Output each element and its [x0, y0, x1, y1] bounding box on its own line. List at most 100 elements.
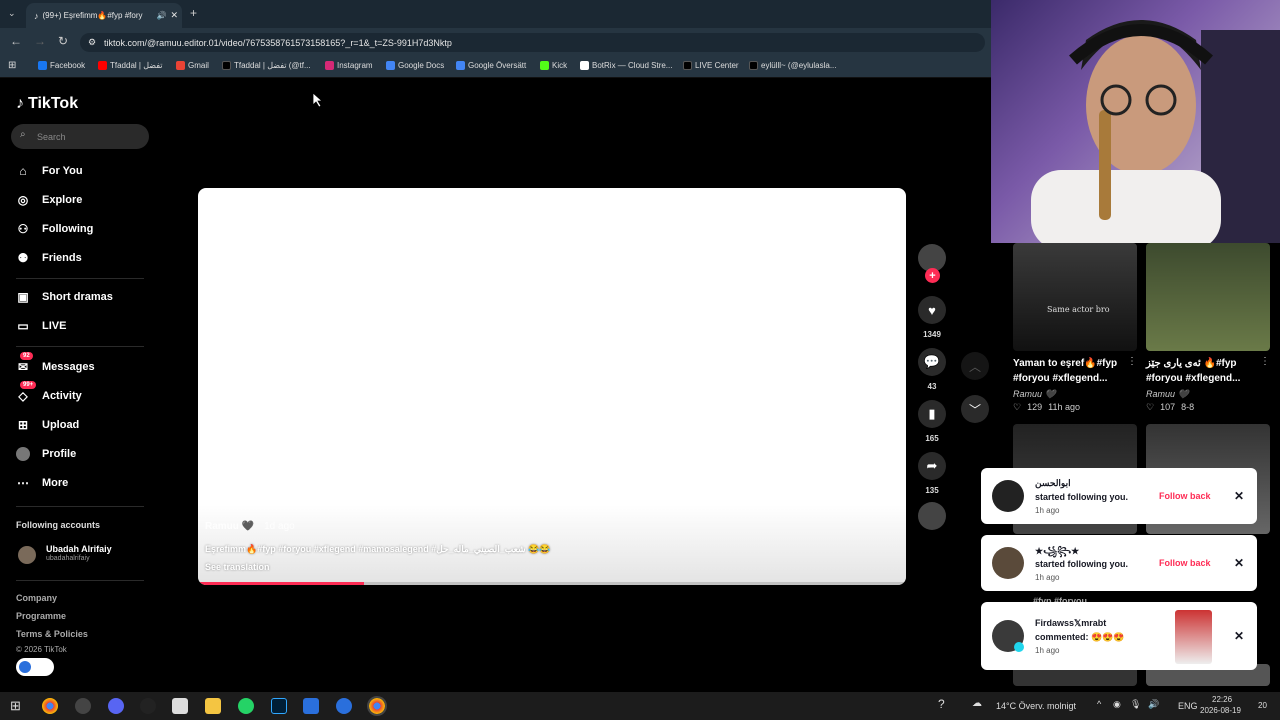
apps-grid-icon[interactable]: ⊞ [8, 60, 16, 71]
more-options-icon[interactable]: ⋮ [1127, 356, 1137, 367]
bookmark-item[interactable]: Tfaddal | تفضل [98, 61, 163, 70]
tray-overflow-icon[interactable]: ^ [1097, 699, 1101, 709]
follow-back-button[interactable]: Follow back [1159, 491, 1211, 501]
video-thumbnail[interactable]: Same actor bro [1013, 243, 1137, 351]
bookmark-item[interactable]: Kick [540, 61, 567, 70]
grid-video-stats: ♡ 107 8-8 [1146, 402, 1195, 412]
commented-video-thumbnail[interactable] [1175, 610, 1212, 664]
more-options-icon[interactable]: ⋮ [1260, 356, 1270, 367]
tab-list-icon[interactable]: ⌄ [8, 8, 16, 19]
nav-messages[interactable]: ✉ 92 Messages [16, 352, 95, 374]
bookmark-item[interactable]: Google Docs [386, 61, 444, 70]
notification-count[interactable]: 20 [1258, 701, 1267, 710]
video-player[interactable]: Ramuu 🖤 1d ago Eşrefimm🔥#fyp #foryou #xf… [198, 188, 906, 585]
microphone-icon[interactable]: 🎙 [1130, 699, 1141, 710]
nav-friends[interactable]: ⚉ Friends [16, 251, 82, 265]
file-explorer-icon[interactable] [205, 698, 221, 714]
chrome-active-icon[interactable] [367, 696, 387, 716]
video-caption: Eşrefimm🔥#fyp #foryou #xflegend #mamosal… [205, 544, 551, 554]
grid-video-author[interactable]: Ramuu 🖤 [1146, 389, 1189, 400]
language-indicator[interactable]: ENG [1178, 701, 1198, 711]
google-translate-icon [456, 61, 465, 70]
discord-icon[interactable] [108, 698, 124, 714]
app-icon[interactable] [172, 698, 188, 714]
notification-card[interactable]: Firdawss𝕏mrabt commented: 😍😍😍 1h ago ✕ [981, 602, 1257, 670]
footer-programme[interactable]: Programme [16, 611, 66, 621]
site-info-icon[interactable]: ⚙ [88, 37, 96, 48]
nav-short-dramas[interactable]: ▣ Short dramas [16, 290, 113, 304]
weather-text[interactable]: 14°C Överv. molnigt [996, 701, 1076, 711]
nav-more[interactable]: ⋯ More [16, 476, 68, 490]
help-icon[interactable]: ? [938, 697, 945, 711]
app-icon[interactable] [336, 698, 352, 714]
share-button[interactable]: ➦ [918, 452, 946, 480]
clock-time[interactable]: 22:26 [1212, 695, 1232, 704]
app-icon[interactable] [303, 698, 319, 714]
photoshop-icon[interactable] [271, 698, 287, 714]
like-button[interactable]: ♥ [918, 296, 946, 324]
volume-icon[interactable]: 🔊 [1148, 699, 1159, 710]
footer-terms[interactable]: Terms & Policies [16, 629, 88, 639]
following-account-item[interactable]: Ubadah Alrifaiy ubadahalrifaiy [16, 544, 156, 568]
reload-icon[interactable]: ↻ [58, 34, 68, 48]
follow-plus-icon[interactable]: + [925, 268, 940, 283]
nav-for-you[interactable]: ⌂ For You [16, 164, 82, 178]
grid-video-title[interactable]: ئەی یاری جێز 🔥#fyp #foryou #xflegend... [1146, 356, 1266, 386]
save-button[interactable]: ▮ [918, 400, 946, 428]
nav-upload[interactable]: ⊞ Upload [16, 418, 79, 432]
bookmark-item[interactable]: eylülll~ (@eylulasla... [749, 61, 836, 70]
extension-toggle[interactable] [16, 658, 54, 676]
chevron-up-icon: ︿ [968, 359, 981, 374]
nav-activity[interactable]: ◇ 99+ Activity [16, 381, 82, 403]
mouse-cursor-icon [313, 93, 323, 107]
clock-date[interactable]: 2026-08-19 [1200, 706, 1241, 715]
address-bar[interactable]: ⚙ tiktok.com/@ramuu.editor.01/video/7675… [80, 33, 985, 52]
new-tab-icon[interactable]: + [190, 6, 197, 20]
capcut-icon[interactable] [140, 698, 156, 714]
notification-card[interactable]: ★꧁꧂★ started following you. 1h ago Follo… [981, 535, 1257, 591]
video-author[interactable]: Ramuu 🖤 [205, 521, 254, 532]
bookmark-item[interactable]: Instagram [325, 61, 373, 70]
close-icon[interactable]: ✕ [1234, 489, 1244, 503]
see-translation-link[interactable]: See translation [205, 562, 270, 572]
back-icon[interactable]: ← [10, 34, 22, 48]
nav-live[interactable]: ▭ LIVE [16, 319, 66, 333]
bookmark-item[interactable]: LIVE Center [683, 61, 739, 70]
next-video-button[interactable]: ﹀ [961, 395, 989, 423]
close-icon[interactable]: ✕ [1234, 556, 1244, 570]
search-input[interactable]: ⌕ Search [11, 124, 149, 149]
windows-start-icon[interactable]: ⊞ [10, 698, 21, 714]
previous-video-button[interactable]: ︿ [961, 352, 989, 380]
video-thumbnail[interactable] [1146, 243, 1270, 351]
close-icon[interactable]: ✕ [1234, 629, 1244, 643]
whatsapp-icon[interactable] [238, 698, 254, 714]
obs-icon[interactable] [75, 698, 91, 714]
tab-close-icon[interactable]: ✕ [170, 10, 178, 21]
nav-profile[interactable]: Profile [16, 447, 76, 461]
notification-card[interactable]: ابوالحسن started following you. 1h ago F… [981, 468, 1257, 524]
sound-avatar[interactable] [918, 502, 946, 530]
footer-company[interactable]: Company [16, 593, 57, 603]
bookmark-item[interactable]: Gmail [176, 61, 209, 70]
nav-following[interactable]: ⚇ Following [16, 222, 94, 236]
network-icon[interactable]: ◉ [1113, 699, 1121, 710]
nav-explore[interactable]: ◎ Explore [16, 193, 83, 207]
comment-button[interactable]: 💬 [918, 348, 946, 376]
chrome-icon[interactable] [42, 698, 58, 714]
tiktok-logo[interactable]: ♪ TikTok [16, 95, 78, 113]
grid-video-title[interactable]: Yaman to eşref🔥#fyp #foryou #xflegend... [1013, 356, 1133, 386]
bookmark-item[interactable]: Facebook [38, 61, 85, 70]
bookmark-item[interactable]: Tfaddal | تفضل (@tf... [222, 61, 311, 70]
bookmark-item[interactable]: BotRix — Cloud Stre... [580, 61, 672, 70]
friends-icon: ⚉ [17, 251, 29, 265]
account-handle: ubadahalrifaiy [46, 555, 90, 562]
forward-icon[interactable]: → [34, 34, 46, 48]
bookmark-item[interactable]: Google Översätt [456, 61, 526, 70]
speaker-icon: 🔊 [156, 11, 167, 20]
home-icon: ⌂ [19, 164, 27, 178]
grid-video-author[interactable]: Ramuu 🖤 [1013, 389, 1056, 400]
tab-tiktok[interactable]: ♪ (99+) Eşrefimm🔥#fyp #fory 🔊 ✕ [26, 3, 182, 28]
tiktok-icon [749, 61, 758, 70]
follow-back-button[interactable]: Follow back [1159, 558, 1211, 568]
kick-icon [540, 61, 549, 70]
